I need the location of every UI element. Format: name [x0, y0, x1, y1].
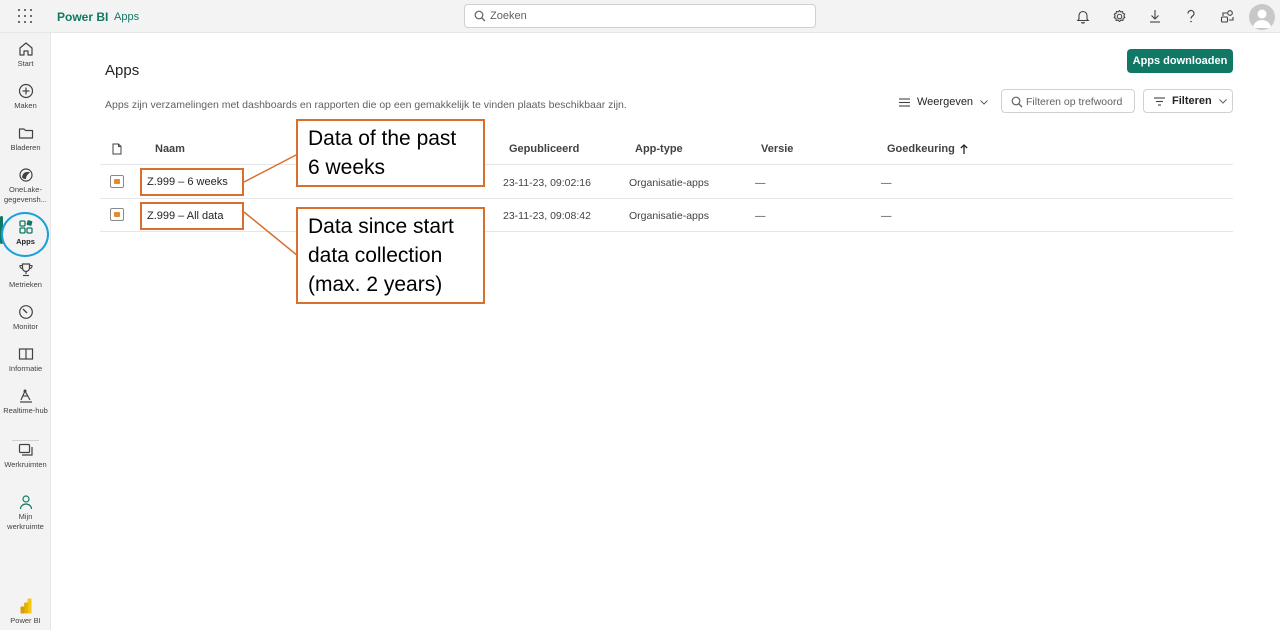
callout-line: 6 weeks — [308, 156, 386, 179]
callout-connectors — [243, 153, 299, 257]
callout-all-data: Data since start data collection (max. 2… — [296, 207, 485, 304]
callout-line: (max. 2 years) — [308, 273, 443, 296]
callout-six-weeks: Data of the past 6 weeks — [296, 119, 485, 187]
callout-line: Data of the past — [308, 127, 457, 150]
callout-line: data collection — [308, 244, 443, 267]
callout-line: Data since start — [308, 215, 454, 238]
